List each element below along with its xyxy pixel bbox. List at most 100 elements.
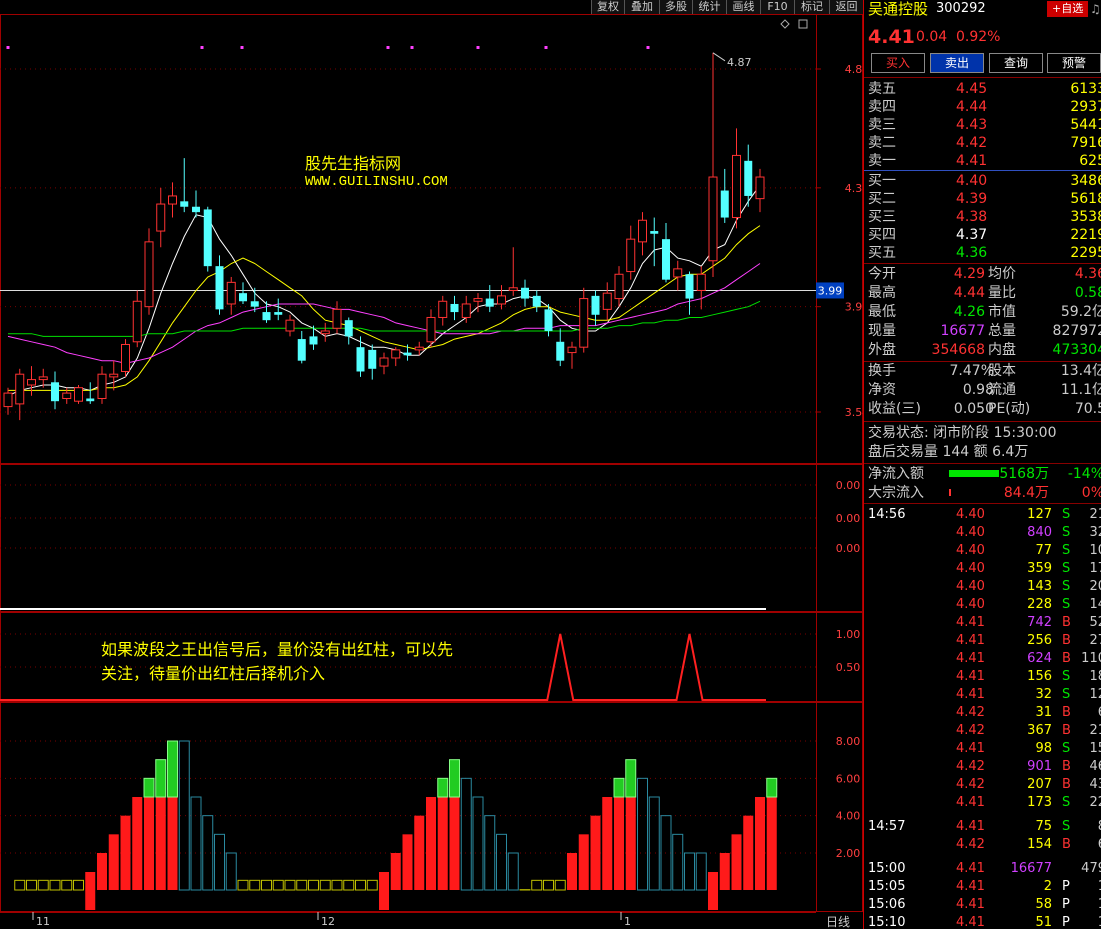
ask-volume: 625 — [1079, 153, 1101, 169]
candle-body-58 — [685, 274, 694, 299]
tick-row: 4.40 359 S 17 — [864, 560, 1101, 578]
ask-price: 4.45 — [956, 81, 988, 97]
ask-row: 卖二 4.42 7916 — [864, 134, 1101, 152]
ask-volume: 6133 — [1070, 81, 1101, 97]
tick-price: 4.40 — [956, 525, 985, 540]
tick-row: 15:104.4151P1 — [864, 914, 1101, 929]
bell-icon[interactable]: ♫ — [1090, 0, 1101, 18]
sell-button[interactable]: 卖出 — [930, 53, 984, 73]
candle-body-55 — [650, 231, 659, 234]
wave-bar-4 — [49, 879, 61, 891]
stat-label: 市值 — [988, 304, 1016, 320]
tick-count: 21 — [1089, 723, 1101, 738]
fund-label: 收益(三) — [868, 401, 921, 417]
tick-price: 4.41 — [956, 795, 985, 810]
wave-bar-60 — [708, 872, 718, 910]
tick-volume: 143 — [1027, 579, 1052, 594]
buy-button[interactable]: 买入 — [871, 53, 925, 73]
price-tick-label-3: 3.54 — [845, 406, 863, 419]
tick-volume: 16677 — [1010, 861, 1052, 876]
tick-price: 4.42 — [956, 723, 985, 738]
ask-label: 卖五 — [868, 81, 896, 97]
wave-bar-23 — [272, 879, 284, 891]
candle-body-35 — [414, 346, 424, 351]
bid-volume: 3486 — [1070, 173, 1101, 189]
stat-label: 最高 — [868, 285, 896, 301]
wave-bar-30 — [355, 879, 366, 891]
tick-price: 4.40 — [956, 507, 985, 522]
tick-row: 4.42154B6 — [864, 836, 1101, 854]
tick-volume: 156 — [1027, 669, 1052, 684]
wave-bar-green-13 — [155, 759, 167, 798]
period-label: 日线 — [826, 915, 850, 929]
wave-bar-26 — [308, 879, 319, 891]
tick-volume: 256 — [1027, 633, 1052, 648]
wave-bar-green-12 — [143, 777, 155, 798]
ask-row: 卖三 4.43 5441 — [864, 116, 1101, 134]
ask-price: 4.43 — [956, 117, 988, 133]
stat-value: 473304 — [1052, 342, 1101, 358]
candle-body-64 — [755, 176, 765, 200]
ask-label: 卖二 — [868, 135, 896, 151]
tick-price: 4.41 — [956, 633, 985, 648]
wave-bar-14 — [167, 797, 178, 890]
ask-row: 卖五 4.45 6133 — [864, 80, 1101, 98]
add-favorite-button[interactable]: +自选 — [1047, 1, 1089, 17]
stat-label: 均价 — [988, 266, 1016, 282]
flow-label: 大宗流入 — [868, 485, 924, 501]
tick-row: 4.41 256 B 27 — [864, 632, 1101, 650]
wave-bar-8 — [97, 853, 107, 890]
candle-body-36 — [426, 316, 436, 343]
wave-bar-18 — [214, 833, 225, 891]
diamond-icon — [780, 19, 790, 29]
alert-button[interactable]: 预警 — [1047, 53, 1101, 73]
tick-volume: 624 — [1027, 651, 1052, 666]
query-button[interactable]: 查询 — [989, 53, 1043, 73]
tick-direction: P — [1062, 897, 1070, 912]
fund-value: 11.1亿 — [1060, 382, 1101, 398]
tick-time: 15:00 — [868, 861, 906, 876]
tick-price: 4.42 — [956, 777, 985, 792]
wave-tick-label-2: 4.00 — [836, 810, 861, 823]
flow-row: 净流入额 -5168万 -14% — [864, 465, 1101, 483]
candle-body-32 — [379, 357, 389, 367]
tick-time: 14:57 — [868, 819, 906, 834]
candle-body-41 — [485, 298, 494, 307]
candle-body-4 — [51, 382, 59, 402]
bid-row: 买四 4.37 2219 — [864, 226, 1101, 244]
date-label-2: 1 — [624, 915, 631, 928]
stat-value: 0.58 — [1074, 285, 1101, 301]
candle-body-44 — [521, 287, 529, 299]
stat-label: 最低 — [868, 304, 896, 320]
event-marker-0 — [6, 46, 10, 49]
tick-direction: S — [1062, 687, 1071, 702]
tick-price: 4.40 — [956, 543, 985, 558]
watermark-url: WWW.GUILINSHU.COM — [305, 174, 448, 190]
flow-bar — [949, 489, 951, 496]
wave-bar-40 — [472, 796, 484, 891]
tick-count: 110 — [1081, 651, 1101, 666]
wave-bar-6 — [73, 879, 84, 891]
candle-body-33 — [391, 349, 401, 359]
wave-bar-22 — [261, 879, 272, 891]
ask-price: 4.41 — [956, 153, 988, 169]
candle-body-39 — [461, 303, 471, 318]
wave-bar-3 — [37, 879, 49, 891]
vol-tick-label-1: 0.00 — [836, 512, 861, 525]
candle-body-9 — [109, 373, 119, 378]
stat-label: 内盘 — [988, 342, 1016, 358]
bid-row: 买一 4.40 3486 — [864, 172, 1101, 190]
tick-direction: P — [1062, 879, 1070, 894]
wave-bar-33 — [390, 853, 401, 890]
price-tick-label-2: 3.93 — [845, 301, 863, 314]
flow-pct: -14% — [1067, 466, 1101, 482]
flow-bar — [949, 470, 999, 477]
candle-body-60 — [708, 176, 718, 262]
wave-bar-54 — [637, 777, 648, 891]
candle-body-18 — [215, 266, 224, 310]
stat-label: 今开 — [868, 266, 896, 282]
candle-body-8 — [97, 373, 107, 399]
wave-bar-47 — [554, 879, 566, 891]
wave-bar-43 — [507, 852, 519, 891]
wave-bar-21 — [249, 879, 261, 891]
